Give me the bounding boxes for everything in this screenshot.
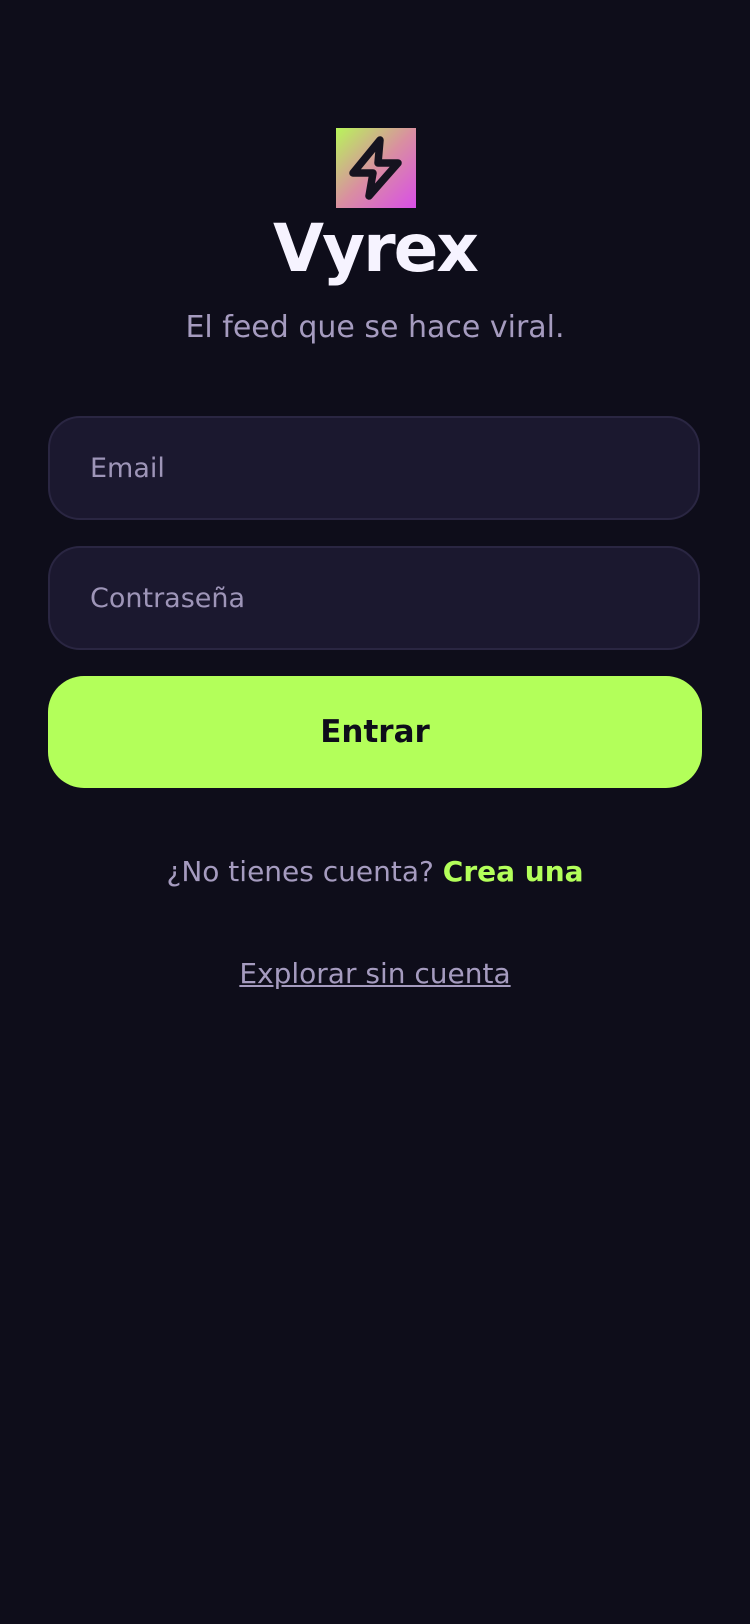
email-field[interactable] [50, 418, 698, 518]
login-screen: Vyrex El feed que se hace viral. Entrar … [0, 0, 750, 1624]
explore-without-account-link[interactable]: Explorar sin cuenta [239, 957, 510, 990]
app-logo [336, 128, 416, 208]
tagline: El feed que se hace viral. [185, 310, 565, 345]
signup-prompt: ¿No tienes cuenta? [166, 855, 443, 888]
create-account-link[interactable]: Crea una [443, 855, 584, 888]
lightning-bolt-icon [349, 136, 402, 200]
password-field-container [48, 546, 700, 650]
password-field[interactable] [50, 548, 698, 648]
signup-prompt-row: ¿No tienes cuenta? Crea una [0, 852, 750, 892]
app-name: Vyrex [273, 210, 479, 287]
explore-row: Explorar sin cuenta [0, 954, 750, 994]
login-button[interactable]: Entrar [48, 676, 702, 788]
email-field-container [48, 416, 700, 520]
